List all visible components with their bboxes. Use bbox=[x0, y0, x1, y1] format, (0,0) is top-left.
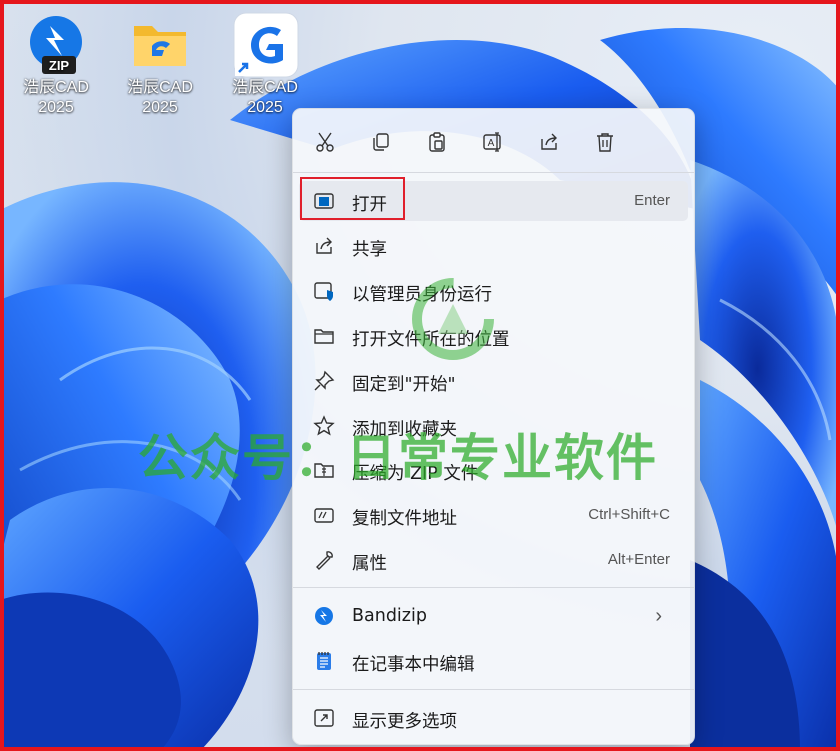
desktop-icon-gstarcad[interactable]: 浩辰CAD 2025 bbox=[223, 12, 307, 118]
separator bbox=[293, 172, 694, 173]
wrench-icon bbox=[313, 549, 335, 571]
menu-item-shortcut: Ctrl+Shift+C bbox=[588, 506, 670, 523]
menu-item-label: Bandizip bbox=[352, 606, 427, 626]
share-icon[interactable] bbox=[534, 127, 564, 157]
menu-item-shortcut: Enter bbox=[634, 192, 670, 209]
menu-item-pin-start[interactable]: 固定到"开始" bbox=[299, 361, 688, 401]
paste-icon[interactable] bbox=[422, 127, 452, 157]
menu-item-show-more[interactable]: 显示更多选项 bbox=[299, 698, 688, 738]
gstarcad-shortcut-icon bbox=[233, 12, 299, 78]
zip-icon: ZIP bbox=[24, 12, 88, 76]
bandizip-icon bbox=[313, 605, 335, 627]
admin-shield-icon bbox=[313, 280, 335, 302]
menu-item-shortcut: Alt+Enter bbox=[607, 551, 670, 568]
delete-icon[interactable] bbox=[590, 127, 620, 157]
icon-label: 浩辰CAD bbox=[23, 79, 89, 96]
svg-text:ZIP: ZIP bbox=[49, 58, 70, 73]
cut-icon[interactable] bbox=[310, 127, 340, 157]
context-menu-toolbar: A bbox=[293, 109, 694, 173]
folder-icon bbox=[128, 12, 192, 76]
menu-item-share[interactable]: 共享 bbox=[299, 226, 688, 266]
folder-icon bbox=[313, 325, 335, 347]
menu-item-label: 属性 bbox=[352, 554, 387, 574]
menu-item-label: 固定到"开始" bbox=[352, 375, 456, 395]
icon-label-year: 2025 bbox=[142, 99, 178, 116]
separator bbox=[293, 689, 694, 690]
svg-text:A: A bbox=[488, 138, 495, 149]
notepad-icon bbox=[313, 650, 335, 672]
menu-item-bandizip[interactable]: Bandizip › bbox=[299, 596, 688, 636]
icon-label: 浩辰CAD bbox=[232, 79, 298, 96]
rename-icon[interactable]: A bbox=[478, 127, 508, 157]
menu-item-label: 显示更多选项 bbox=[352, 712, 457, 732]
menu-item-edit-notepad[interactable]: 在记事本中编辑 bbox=[299, 641, 688, 681]
chevron-right-icon: › bbox=[655, 605, 662, 627]
copy-icon[interactable] bbox=[366, 127, 396, 157]
menu-item-label: 复制文件地址 bbox=[352, 509, 457, 529]
watermark-text: 公众号：日常专业软件 bbox=[138, 429, 658, 487]
pin-icon bbox=[313, 370, 335, 392]
copy-path-icon bbox=[313, 504, 335, 526]
menu-item-copy-path[interactable]: 复制文件地址 Ctrl+Shift+C bbox=[299, 495, 688, 535]
desktop-icon-folder[interactable]: 浩辰CAD 2025 bbox=[118, 12, 202, 118]
more-options-icon bbox=[313, 707, 335, 729]
menu-item-properties[interactable]: 属性 Alt+Enter bbox=[299, 540, 688, 580]
menu-item-label: 共享 bbox=[352, 240, 387, 260]
icon-label: 浩辰CAD bbox=[127, 79, 193, 96]
highlight-box bbox=[300, 177, 405, 220]
desktop-icon-zip[interactable]: ZIP 浩辰CAD 2025 bbox=[14, 12, 98, 118]
menu-item-label: 在记事本中编辑 bbox=[352, 655, 475, 675]
watermark-logo bbox=[408, 274, 498, 364]
share-icon bbox=[313, 235, 335, 257]
separator bbox=[293, 587, 694, 588]
icon-label-year: 2025 bbox=[38, 99, 74, 116]
